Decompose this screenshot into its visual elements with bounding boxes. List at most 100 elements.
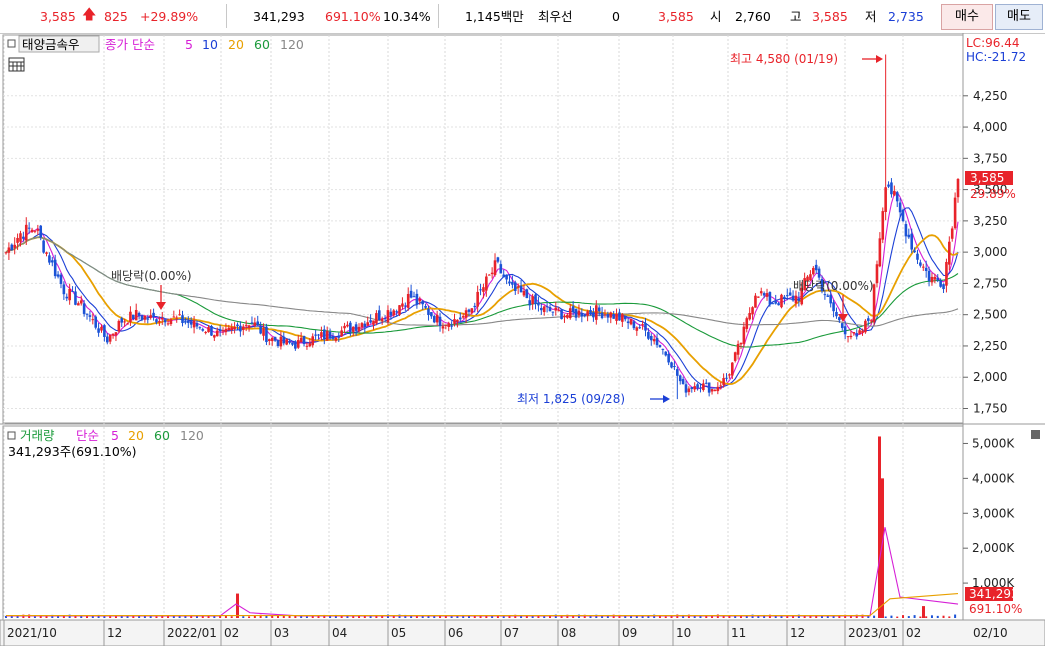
volume-bar[interactable] [809, 616, 812, 618]
candle[interactable] [117, 319, 121, 333]
price-tick-label: 3,250 [973, 214, 1007, 228]
volume-bar[interactable] [33, 616, 36, 618]
volume-bar[interactable] [155, 616, 158, 618]
volume-bar[interactable] [664, 616, 667, 618]
volume-bar[interactable] [907, 616, 910, 618]
candle[interactable] [629, 318, 633, 326]
vol-ma-5-label: 5 [111, 428, 119, 443]
volume-bar[interactable] [774, 616, 777, 618]
volume-bar[interactable] [242, 616, 245, 618]
volume-bar[interactable] [936, 615, 939, 618]
volume-bar[interactable] [114, 616, 117, 618]
dividend-label-1: 배당락(0.00%) [111, 269, 192, 283]
volume-title: 거래량 [20, 428, 55, 443]
x-tick-label: 09 [622, 626, 637, 640]
volume-bar[interactable] [890, 615, 893, 618]
price-tick-label: 1,750 [973, 401, 1007, 415]
x-tick-label: 05 [391, 626, 406, 640]
volume-bar[interactable] [201, 616, 204, 618]
candle[interactable] [670, 361, 673, 369]
volume-bar[interactable] [543, 616, 546, 618]
candle[interactable] [525, 288, 529, 299]
candle[interactable] [285, 338, 288, 346]
volume-spike-bar[interactable] [922, 606, 925, 618]
volume-spike-bar[interactable] [878, 436, 881, 618]
volume-bar[interactable] [930, 615, 933, 618]
volume-bar[interactable] [132, 616, 135, 618]
volume-bar[interactable] [491, 616, 494, 618]
volume-bar[interactable] [780, 616, 783, 618]
candle[interactable] [42, 239, 45, 254]
volume-bar[interactable] [392, 616, 395, 618]
price-tick-label: 4,000 [973, 120, 1007, 134]
vol-ma-60-label: 60 [154, 428, 170, 443]
volume-bar[interactable] [10, 616, 13, 618]
priority-label: 최우선 [538, 9, 573, 24]
volume-bar[interactable] [711, 616, 714, 618]
current-price-tag: 3,585 [970, 171, 1004, 185]
price-tick-label: 3,000 [973, 245, 1007, 259]
volume-bar[interactable] [109, 616, 112, 618]
calendar-icon[interactable] [8, 57, 25, 72]
volume-bar[interactable] [948, 616, 951, 618]
volume-bar[interactable] [757, 616, 760, 618]
volume-bar[interactable] [311, 616, 314, 618]
volume-bar[interactable] [450, 616, 453, 618]
volume-bar[interactable] [734, 616, 737, 618]
volume-bar[interactable] [913, 615, 916, 618]
volume-bar[interactable] [45, 616, 48, 618]
volume-bar[interactable] [248, 616, 251, 618]
volume-bar[interactable] [496, 616, 499, 618]
price-plot-area[interactable] [2, 34, 964, 424]
hc-label: HC:-21.72 [966, 50, 1026, 64]
volume-bar[interactable] [705, 616, 708, 618]
x-tick-label: 2021/10 [7, 626, 57, 640]
ma-10-label: 10 [202, 37, 218, 52]
candle[interactable] [210, 324, 213, 336]
x-tick-label: 12 [790, 626, 805, 640]
volume-bar[interactable] [502, 616, 505, 618]
candle[interactable] [864, 319, 867, 334]
candle[interactable] [265, 323, 268, 346]
panel-close-icon[interactable] [1031, 430, 1040, 439]
volume-bar[interactable] [641, 616, 644, 618]
volume-bar[interactable] [902, 615, 905, 618]
volume-bar[interactable] [329, 616, 332, 618]
candle[interactable] [780, 293, 783, 309]
price-change: 825 [104, 9, 128, 24]
volume-bar[interactable] [172, 616, 175, 618]
volume-bar[interactable] [925, 616, 928, 618]
volume-bar[interactable] [439, 616, 442, 618]
volume-bar[interactable] [184, 616, 187, 618]
volume-tick-label: 2,000K [972, 541, 1015, 555]
volume-bar[interactable] [896, 616, 899, 618]
volume-plot-area[interactable] [2, 425, 964, 621]
volume-bar[interactable] [873, 615, 876, 618]
sell-button[interactable]: 매도 [995, 4, 1043, 30]
volume-bar[interactable] [421, 616, 424, 618]
volume-tick-label: 4,000K [972, 471, 1015, 485]
up-arrow-icon: 🡅 [82, 7, 97, 23]
priority-price: 3,585 [658, 9, 694, 24]
candle[interactable] [953, 192, 957, 230]
volume-bar[interactable] [884, 616, 887, 618]
price-tick-label: 2,750 [973, 276, 1007, 290]
price-tick-label: 2,500 [973, 308, 1007, 322]
stock-chart[interactable]: 태양금속우 종가 단순 5 10 20 60 120 1,750 2,000 2,2… [0, 33, 1045, 646]
candle[interactable] [398, 305, 401, 317]
volume-bar[interactable] [230, 616, 233, 618]
candle[interactable] [768, 291, 772, 307]
candle[interactable] [94, 315, 98, 330]
volume-bar[interactable] [305, 616, 308, 618]
volume-bar[interactable] [942, 615, 945, 618]
volume-bar[interactable] [954, 614, 957, 618]
candle[interactable] [560, 308, 563, 320]
buy-button[interactable]: 매수 [941, 4, 993, 30]
max-label: 최고 4,580 (01/19) [730, 52, 838, 66]
volume-bar[interactable] [80, 616, 83, 618]
trade-amount: 1,145백만 [465, 9, 524, 24]
candle[interactable] [901, 208, 905, 223]
volume-bar[interactable] [919, 616, 922, 618]
candle[interactable] [881, 207, 885, 244]
candle[interactable] [733, 351, 737, 363]
